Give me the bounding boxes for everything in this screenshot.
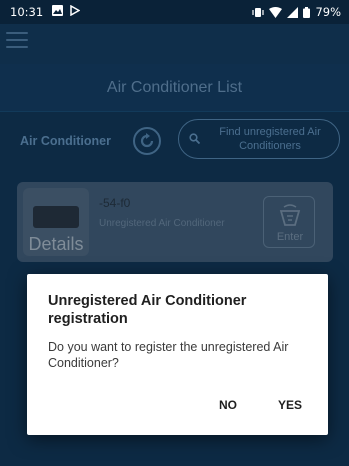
refresh-icon bbox=[140, 133, 154, 148]
search-icon bbox=[189, 133, 200, 144]
remote-control-icon bbox=[279, 204, 301, 226]
battery-icon bbox=[303, 6, 311, 18]
air-conditioner-icon bbox=[33, 206, 79, 228]
section-label: Air Conditioner bbox=[20, 134, 111, 148]
yes-button[interactable]: YES bbox=[278, 398, 302, 412]
page-title: Air Conditioner List bbox=[106, 79, 243, 96]
status-time: 10:31 bbox=[10, 5, 44, 19]
dialog-message: Do you want to register the unregistered… bbox=[48, 340, 289, 370]
find-button-label: Find unregistered Air Conditioners bbox=[219, 126, 321, 152]
no-button[interactable]: NO bbox=[219, 398, 237, 412]
refresh-button[interactable] bbox=[133, 127, 161, 155]
title-bar: Air Conditioner List bbox=[0, 64, 349, 112]
battery-percent: 79% bbox=[315, 5, 341, 19]
vibrate-icon bbox=[252, 7, 265, 17]
device-status: Unregistered Air Conditioner bbox=[99, 218, 225, 229]
status-bar: 10:31 79% bbox=[0, 0, 349, 24]
notification-icons bbox=[52, 5, 80, 16]
dialog-title: Unregistered Air Conditioner registratio… bbox=[48, 293, 247, 327]
app-bar bbox=[0, 24, 349, 64]
enter-button[interactable]: Enter bbox=[263, 196, 315, 248]
registration-dialog: Unregistered Air Conditioner registratio… bbox=[27, 274, 328, 435]
find-unregistered-button[interactable]: Find unregistered Air Conditioners bbox=[178, 119, 340, 159]
device-name: -54-f0 bbox=[99, 196, 131, 210]
signal-icon bbox=[287, 6, 299, 18]
hamburger-menu-icon[interactable] bbox=[6, 32, 28, 50]
details-button[interactable]: Details bbox=[23, 188, 89, 256]
device-card[interactable]: Details -54-f0 Unregistered Air Conditio… bbox=[17, 182, 333, 262]
details-label: Details bbox=[28, 234, 84, 254]
enter-label: Enter bbox=[276, 231, 304, 243]
ac-toolbar: Air Conditioner Find unregistered Air Co… bbox=[0, 113, 349, 169]
system-icons: 79% bbox=[252, 5, 341, 19]
wifi-icon bbox=[269, 6, 283, 18]
play-icon bbox=[70, 5, 80, 16]
gallery-icon bbox=[52, 5, 63, 16]
